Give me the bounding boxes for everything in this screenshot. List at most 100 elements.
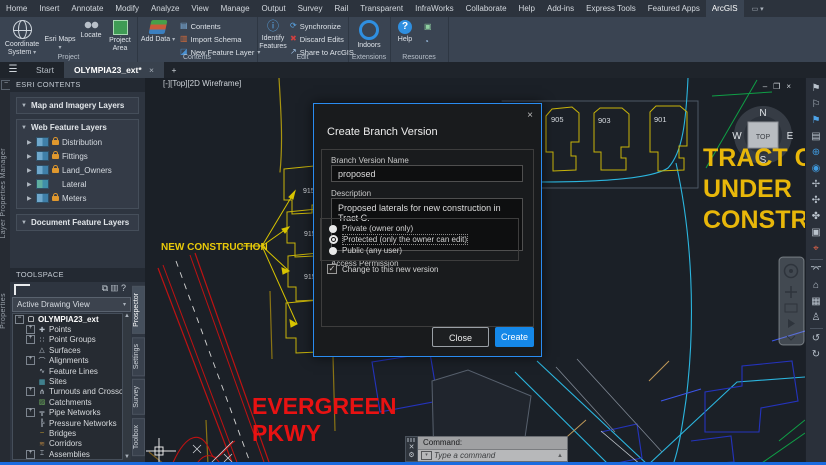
tree-item-sites[interactable]: ▦Sites (13, 376, 122, 386)
scroll-up-icon[interactable]: ▲ (123, 313, 131, 319)
new-tab-button[interactable]: + (164, 62, 184, 78)
panorama-icon[interactable]: ▥ (111, 283, 121, 293)
flag-marker-icon[interactable]: ⌖ (809, 241, 824, 257)
tree-item-feature-lines[interactable]: ∿Feature Lines (13, 366, 122, 376)
tree-item-surfaces[interactable]: △Surfaces (13, 345, 122, 355)
menu-addins[interactable]: Add-ins (541, 0, 580, 17)
tab-prospector[interactable]: Prospector (132, 286, 145, 334)
expand-icon[interactable]: ▶ (27, 167, 34, 174)
discard-edits-button[interactable]: ✖ Discard Edits (290, 33, 344, 45)
synchronize-button[interactable]: ⟳ Synchronize (290, 20, 341, 32)
tree-item-assemblies[interactable]: +⌶Assemblies (13, 449, 122, 459)
tab-toolbox[interactable]: Toolbox (132, 418, 145, 456)
section-map-imagery-layers[interactable]: ▼ Map and Imagery Layers (16, 97, 139, 114)
person-icon[interactable]: ♙ (809, 310, 824, 326)
viewport-controls-label[interactable]: [-][Top][2D Wireframe] (163, 79, 241, 88)
esri-contents-header[interactable]: ESRI CONTENTS (10, 78, 145, 92)
contents-button[interactable]: ▤ Contents (180, 20, 221, 32)
menu-annotate[interactable]: Annotate (65, 0, 109, 17)
esri-maps-button[interactable]: Esri Maps ▾ (44, 19, 76, 52)
customize-wrench-icon[interactable]: ⚙ (408, 451, 414, 459)
menu-rail[interactable]: Rail (328, 0, 354, 17)
tree-item-catchments[interactable]: ▨Catchments (13, 397, 122, 407)
radio-protected[interactable]: Protected (only the owner can edit) (329, 234, 467, 245)
navigation-bar[interactable] (779, 257, 804, 345)
radio-private[interactable]: Private (owner only) (329, 223, 413, 234)
tree-item-pipe-networks[interactable]: +╦Pipe Networks (13, 408, 122, 418)
tree-item-point-groups[interactable]: +∷Point Groups (13, 335, 122, 345)
tree-item-points[interactable]: +✚Points (13, 324, 122, 334)
move-feature-icon[interactable]: ✢ (809, 177, 824, 193)
web-feature-layers-header[interactable]: ▼ Web Feature Layers (17, 120, 138, 135)
minimize-icon[interactable]: – (763, 82, 773, 91)
menu-insert[interactable]: Insert (33, 0, 65, 17)
layer-item-distribution[interactable]: ▶ Distribution (17, 135, 138, 149)
resource-globe-icon[interactable]: ◔ (424, 37, 429, 46)
menu-view[interactable]: View (185, 0, 214, 17)
menu-home[interactable]: Home (0, 0, 33, 17)
section-document-feature-layers[interactable]: ▼ Document Feature Layers (16, 214, 139, 231)
tree-item-alignments[interactable]: +⌒Alignments (13, 356, 122, 366)
tab-olympia23-ext[interactable]: OLYMPIA23_ext* × (64, 62, 164, 78)
menu-infraworks[interactable]: InfraWorks (409, 0, 460, 17)
restore-icon[interactable]: ❐ (773, 82, 786, 91)
menu-arcgis[interactable]: ArcGIS (706, 0, 744, 17)
menu-survey[interactable]: Survey (292, 0, 329, 17)
tree-scrollbar[interactable]: ▲ ▼ (123, 313, 131, 460)
expand-icon[interactable]: + (26, 356, 35, 365)
layer-item-fittings[interactable]: ▶ Fittings (17, 149, 138, 163)
tree-item-pressure-networks[interactable]: ╠Pressure Networks (13, 418, 122, 428)
expand-icon[interactable]: + (26, 325, 35, 334)
menu-featured-apps[interactable]: Featured Apps (642, 0, 706, 17)
expand-icon[interactable]: ▶ (27, 153, 34, 160)
add-data-button[interactable]: Add Data ▾ (139, 19, 177, 44)
import-schema-button[interactable]: ▥ Import Schema (180, 33, 241, 45)
toolspace-header[interactable]: TOOLSPACE (10, 268, 145, 282)
tree-item-bridges[interactable]: ⌢Bridges (13, 428, 122, 438)
globe-icon[interactable]: ◉ (809, 161, 824, 177)
rotate-feature-icon[interactable]: ✣ (809, 193, 824, 209)
expand-icon[interactable]: ▶ (27, 139, 34, 146)
expand-icon[interactable]: + (26, 387, 35, 396)
menu-output[interactable]: Output (256, 0, 292, 17)
command-input-row[interactable]: ▾ Type a command ▲ (418, 450, 567, 461)
menu-transparent[interactable]: Transparent (354, 0, 409, 17)
layer-flag-icon[interactable]: ⚑ (809, 81, 824, 97)
webinar-icon[interactable]: ▣ (424, 22, 432, 31)
radio-public[interactable]: Public (any user) (329, 245, 402, 256)
menu-analyze[interactable]: Analyze (145, 0, 185, 17)
expand-icon[interactable]: ▶ (27, 181, 34, 188)
expand-icon[interactable]: + (26, 335, 35, 344)
change-to-new-version-checkbox-row[interactable]: ✓ Change to this new version (327, 264, 439, 274)
building-icon[interactable]: ▦ (809, 294, 824, 310)
select-features-icon[interactable]: ⚑ (809, 113, 824, 129)
menu-collaborate[interactable]: Collaborate (460, 0, 513, 17)
tree-item-drawing[interactable]: −▢OLYMPIA23_ext (13, 314, 122, 324)
close-icon[interactable]: × (786, 82, 797, 91)
locate-button[interactable]: Locate (76, 19, 106, 40)
scale-feature-icon[interactable]: ✤ (809, 209, 824, 225)
collapse-icon[interactable]: − (15, 315, 24, 324)
tree-item-turnouts-crossovers[interactable]: +⋔Turnouts and Crossovers (13, 387, 122, 397)
tab-survey[interactable]: Survey (132, 379, 145, 415)
identify-features-button[interactable]: ⓘ Identify Features (257, 19, 289, 51)
help-button[interactable]: ? Help (392, 19, 418, 44)
expand-icon[interactable]: + (26, 408, 35, 417)
help-circle-icon[interactable]: ? (121, 283, 129, 293)
expand-icon[interactable]: ▶ (27, 195, 34, 202)
measure-icon[interactable]: ⌤ (809, 262, 824, 278)
attribute-table-icon[interactable]: ▤ (809, 129, 824, 145)
undo-icon[interactable]: ↺ (809, 331, 824, 347)
expand-up-icon[interactable]: ▲ (557, 453, 563, 459)
close-icon[interactable]: ✕ (409, 443, 415, 451)
house-icon[interactable]: ⌂ (809, 278, 824, 294)
menu-help[interactable]: Help (513, 0, 541, 17)
ribbon-display-toggle-icon[interactable]: ▭ ▾ (752, 5, 764, 13)
dialog-close-icon[interactable]: × (527, 110, 533, 121)
tree-item-corridors[interactable]: ≋Corridors (13, 439, 122, 449)
scroll-down-icon[interactable]: ▼ (123, 454, 131, 460)
layer-properties-manager-rail[interactable]: Layer Properties Manager (0, 148, 10, 239)
layer-item-lateral[interactable]: ▶ Lateral (17, 177, 138, 191)
create-button[interactable]: Create (495, 327, 534, 347)
view-selector-dropdown[interactable]: Active Drawing View ▾ (12, 297, 131, 312)
